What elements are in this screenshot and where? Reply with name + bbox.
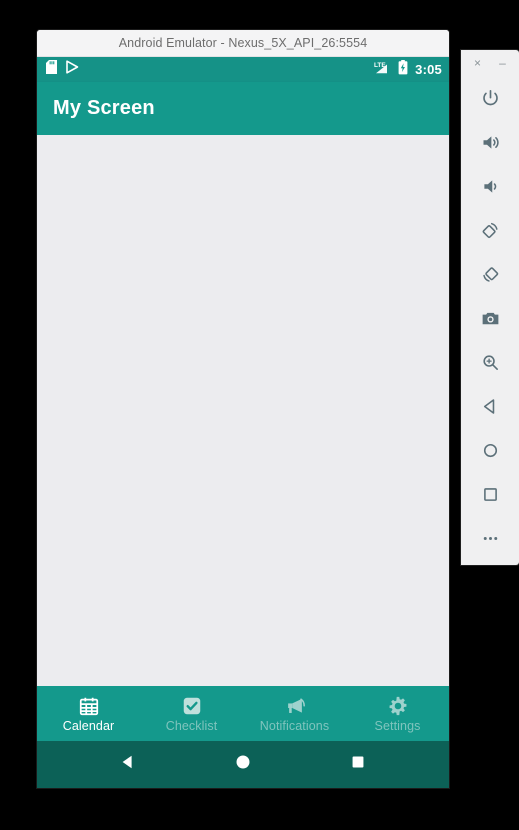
- system-back-button[interactable]: [105, 742, 151, 788]
- toolbar-window-controls: × –: [461, 50, 519, 76]
- emulator-side-toolbar: × –: [461, 50, 519, 565]
- nav-tab-label: Notifications: [259, 718, 330, 733]
- bottom-navigation: Calendar Checklist Notifications Setting…: [37, 686, 449, 741]
- app-bar: My Screen: [37, 82, 449, 135]
- recents-square-icon: [350, 754, 366, 775]
- home-circle-icon: [234, 753, 252, 776]
- toolbar-back-button[interactable]: [468, 384, 512, 428]
- system-recents-button[interactable]: [335, 742, 381, 788]
- camera-icon: [480, 308, 501, 329]
- rotate-left-button[interactable]: [468, 208, 512, 252]
- status-bar-notifications: [46, 60, 79, 79]
- power-button[interactable]: [468, 76, 512, 120]
- recents-square-outline-icon: [480, 484, 501, 505]
- status-bar-system-icons: LTE 3:05: [374, 59, 442, 80]
- android-status-bar: LTE 3:05: [37, 57, 449, 82]
- status-bar-clock: 3:05: [415, 62, 442, 77]
- system-navigation-bar: [37, 741, 449, 788]
- rotate-right-button[interactable]: [468, 252, 512, 296]
- volume-down-icon: [480, 176, 501, 197]
- back-triangle-icon: [119, 753, 137, 776]
- back-triangle-outline-icon: [480, 396, 501, 417]
- lte-signal-icon: LTE: [374, 60, 393, 79]
- sd-card-icon: [46, 60, 57, 79]
- rotate-right-icon: [480, 264, 501, 285]
- toolbar-overview-button[interactable]: [468, 472, 512, 516]
- nav-tab-notifications[interactable]: Notifications: [243, 686, 346, 741]
- page-title: My Screen: [53, 97, 155, 119]
- volume-up-button[interactable]: [468, 120, 512, 164]
- gear-icon: [387, 695, 409, 717]
- screenshot-button[interactable]: [468, 296, 512, 340]
- close-icon[interactable]: ×: [470, 55, 486, 71]
- system-home-button[interactable]: [220, 742, 266, 788]
- power-icon: [480, 88, 501, 109]
- minimize-icon[interactable]: –: [495, 55, 511, 71]
- nav-tab-label: Checklist: [165, 718, 218, 733]
- zoom-in-icon: [480, 352, 501, 373]
- nav-tab-settings[interactable]: Settings: [346, 686, 449, 741]
- toolbar-home-button[interactable]: [468, 428, 512, 472]
- nav-tab-label: Calendar: [62, 718, 115, 733]
- zoom-button[interactable]: [468, 340, 512, 384]
- more-dots-icon: [480, 528, 501, 549]
- volume-down-button[interactable]: [468, 164, 512, 208]
- nav-tab-checklist[interactable]: Checklist: [140, 686, 243, 741]
- calendar-icon: [78, 695, 100, 717]
- nav-tab-label: Settings: [374, 718, 421, 733]
- emulator-window: Android Emulator - Nexus_5X_API_26:5554: [37, 30, 449, 788]
- window-title: Android Emulator - Nexus_5X_API_26:5554: [118, 36, 368, 50]
- rotate-left-icon: [480, 220, 501, 241]
- window-titlebar[interactable]: Android Emulator - Nexus_5X_API_26:5554: [37, 30, 449, 57]
- home-circle-outline-icon: [480, 440, 501, 461]
- toolbar-more-button[interactable]: [468, 516, 512, 560]
- megaphone-icon: [284, 695, 306, 717]
- play-store-icon: [66, 60, 79, 79]
- content-area: [37, 135, 449, 686]
- checklist-icon: [181, 695, 203, 717]
- android-screen: LTE 3:05 My Screen Calendar Checklist No…: [37, 57, 449, 788]
- volume-up-icon: [480, 132, 501, 153]
- battery-charging-icon: [398, 59, 408, 80]
- nav-tab-calendar[interactable]: Calendar: [37, 686, 140, 741]
